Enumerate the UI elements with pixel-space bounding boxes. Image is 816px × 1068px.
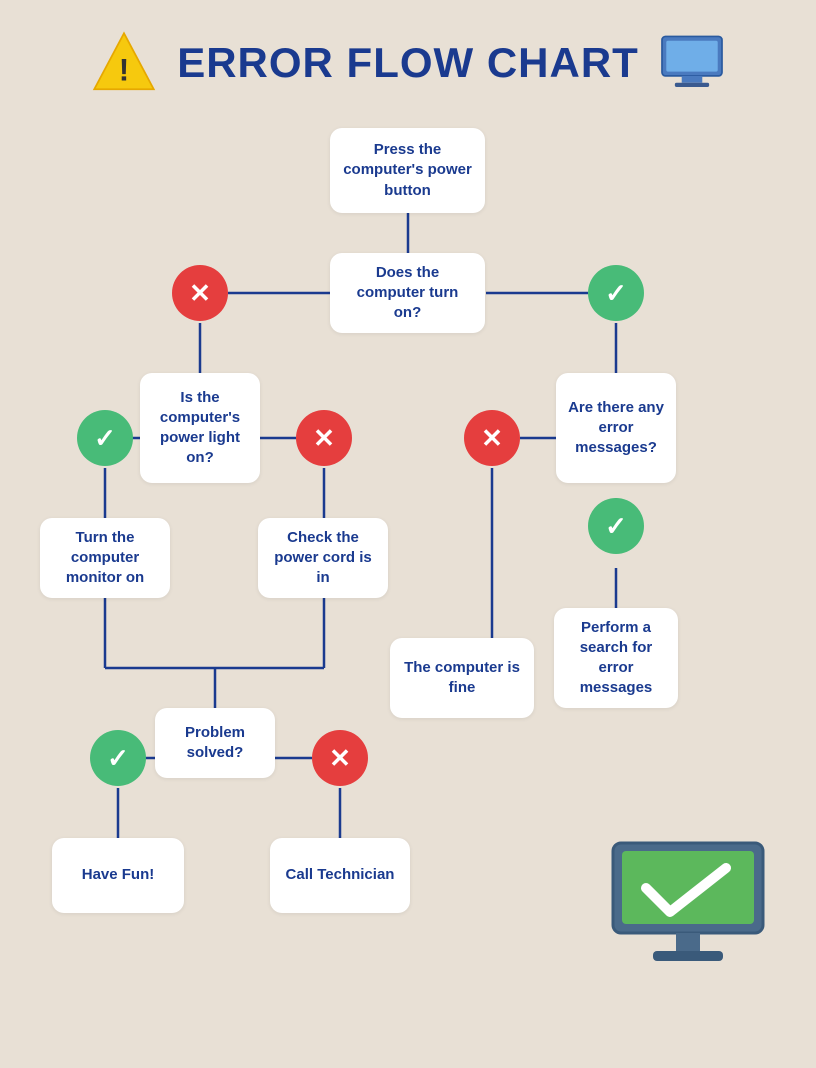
end2-box: Call Technician xyxy=(270,838,410,913)
circle-red-q3: ✕ xyxy=(464,410,520,466)
svg-text:!: ! xyxy=(119,52,130,88)
circle-red-q1: ✕ xyxy=(172,265,228,321)
action2-box: Check the power cord is in xyxy=(258,518,388,598)
question4-box: Problem solved? xyxy=(155,708,275,778)
monitor-icon-bottom xyxy=(608,838,768,968)
circle-green-q4: ✓ xyxy=(90,730,146,786)
action3-box: Perform a search for error messages xyxy=(554,608,678,708)
question2-box: Is the computer's power light on? xyxy=(140,373,260,483)
page-title: ERROR FLOW CHART xyxy=(177,39,639,87)
circle-green-q1: ✓ xyxy=(588,265,644,321)
circle-green-q3: ✓ xyxy=(588,498,644,554)
circle-red-q2: ✕ xyxy=(296,410,352,466)
question1-box: Does the computer turn on? xyxy=(330,253,485,333)
flowchart: Press the computer's power button Does t… xyxy=(0,108,816,1068)
end3-box: The computer is fine xyxy=(390,638,534,718)
warning-icon: ! xyxy=(89,28,159,98)
circle-green-q2: ✓ xyxy=(77,410,133,466)
circle-red-q4: ✕ xyxy=(312,730,368,786)
question3-box: Are there any error messages? xyxy=(556,373,676,483)
start-box: Press the computer's power button xyxy=(330,128,485,213)
header: ! ERROR FLOW CHART xyxy=(0,0,816,108)
end1-box: Have Fun! xyxy=(52,838,184,913)
monitor-icon-header xyxy=(657,33,727,93)
action1-box: Turn the computer monitor on xyxy=(40,518,170,598)
